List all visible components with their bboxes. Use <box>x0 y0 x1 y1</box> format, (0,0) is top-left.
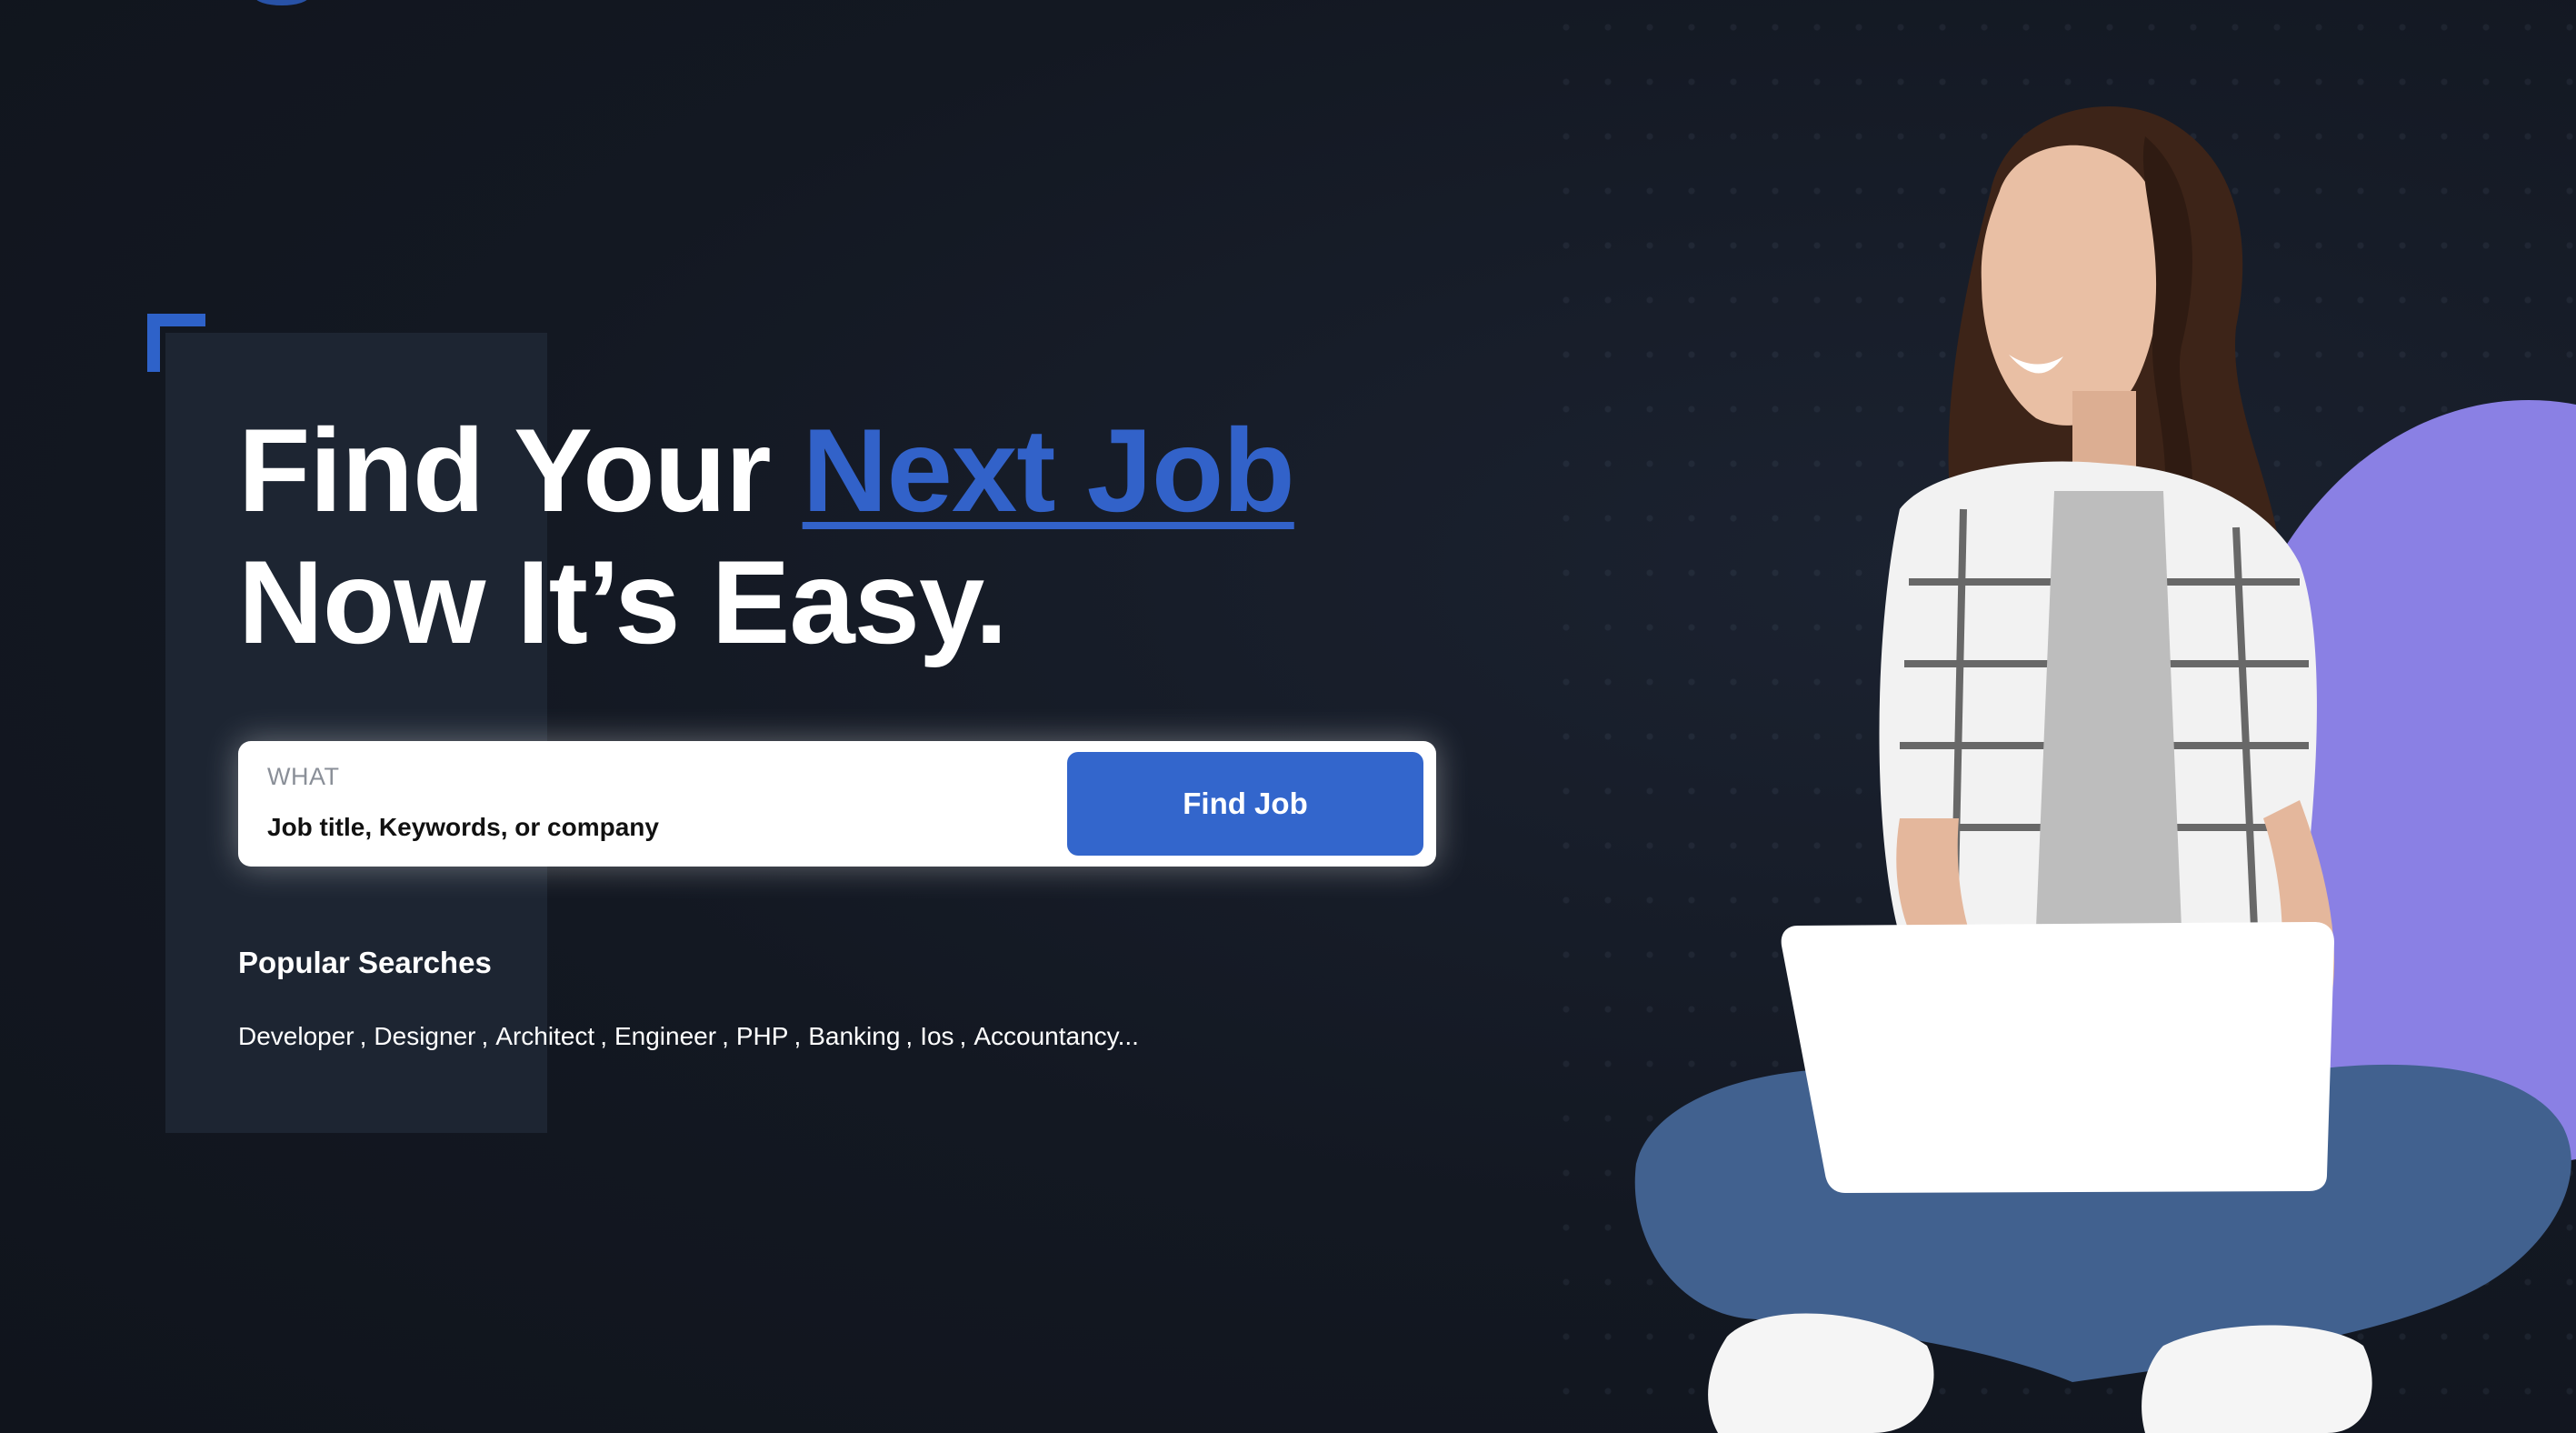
popular-searches-list: Developer , Designer , Architect , Engineer… <box>238 1022 1139 1051</box>
popular-search-separator: , <box>481 1022 489 1050</box>
popular-search-separator: , <box>794 1022 802 1050</box>
popular-search-link[interactable]: Architect <box>495 1022 594 1051</box>
popular-search-separator: , <box>959 1022 967 1050</box>
face <box>1981 145 2162 426</box>
popular-search-link[interactable]: Engineer <box>614 1022 716 1051</box>
headline-line2: Now It’s Easy. <box>238 536 1008 668</box>
popular-search-link[interactable]: PHP <box>736 1022 789 1051</box>
popular-searches-title: Popular Searches <box>238 946 492 979</box>
popular-search-link[interactable]: Designer <box>374 1022 475 1051</box>
headline-part1: Find Your <box>238 404 803 536</box>
job-search-input[interactable] <box>267 808 1031 847</box>
neck <box>2072 391 2136 473</box>
popular-search-link[interactable]: Banking <box>808 1022 900 1051</box>
grey-undershirt <box>2036 491 2182 927</box>
logo-fragment[interactable] <box>255 0 309 5</box>
popular-search-separator: , <box>359 1022 367 1050</box>
headline-highlight-link[interactable]: Next Job <box>803 404 1295 536</box>
popular-search-separator: , <box>722 1022 729 1050</box>
hero-section: Find Your Next Job Now It’s Easy. WHAT F… <box>0 0 2576 1433</box>
job-search-box: WHAT Find Job <box>238 741 1436 867</box>
popular-search-link[interactable]: Ios <box>920 1022 954 1051</box>
find-job-button[interactable]: Find Job <box>1067 752 1423 856</box>
popular-search-link[interactable]: Developer <box>238 1022 354 1051</box>
woman-with-laptop-illustration <box>1634 105 2576 1433</box>
popular-search-link[interactable]: Accountancy... <box>973 1022 1139 1051</box>
popular-search-separator: , <box>905 1022 914 1050</box>
right-sneaker <box>2142 1325 2372 1433</box>
popular-search-separator: , <box>600 1022 607 1050</box>
hero-headline: Find Your Next Job Now It’s Easy. <box>238 405 1420 668</box>
laptop <box>1781 922 2334 1193</box>
search-what-label: WHAT <box>267 763 340 790</box>
